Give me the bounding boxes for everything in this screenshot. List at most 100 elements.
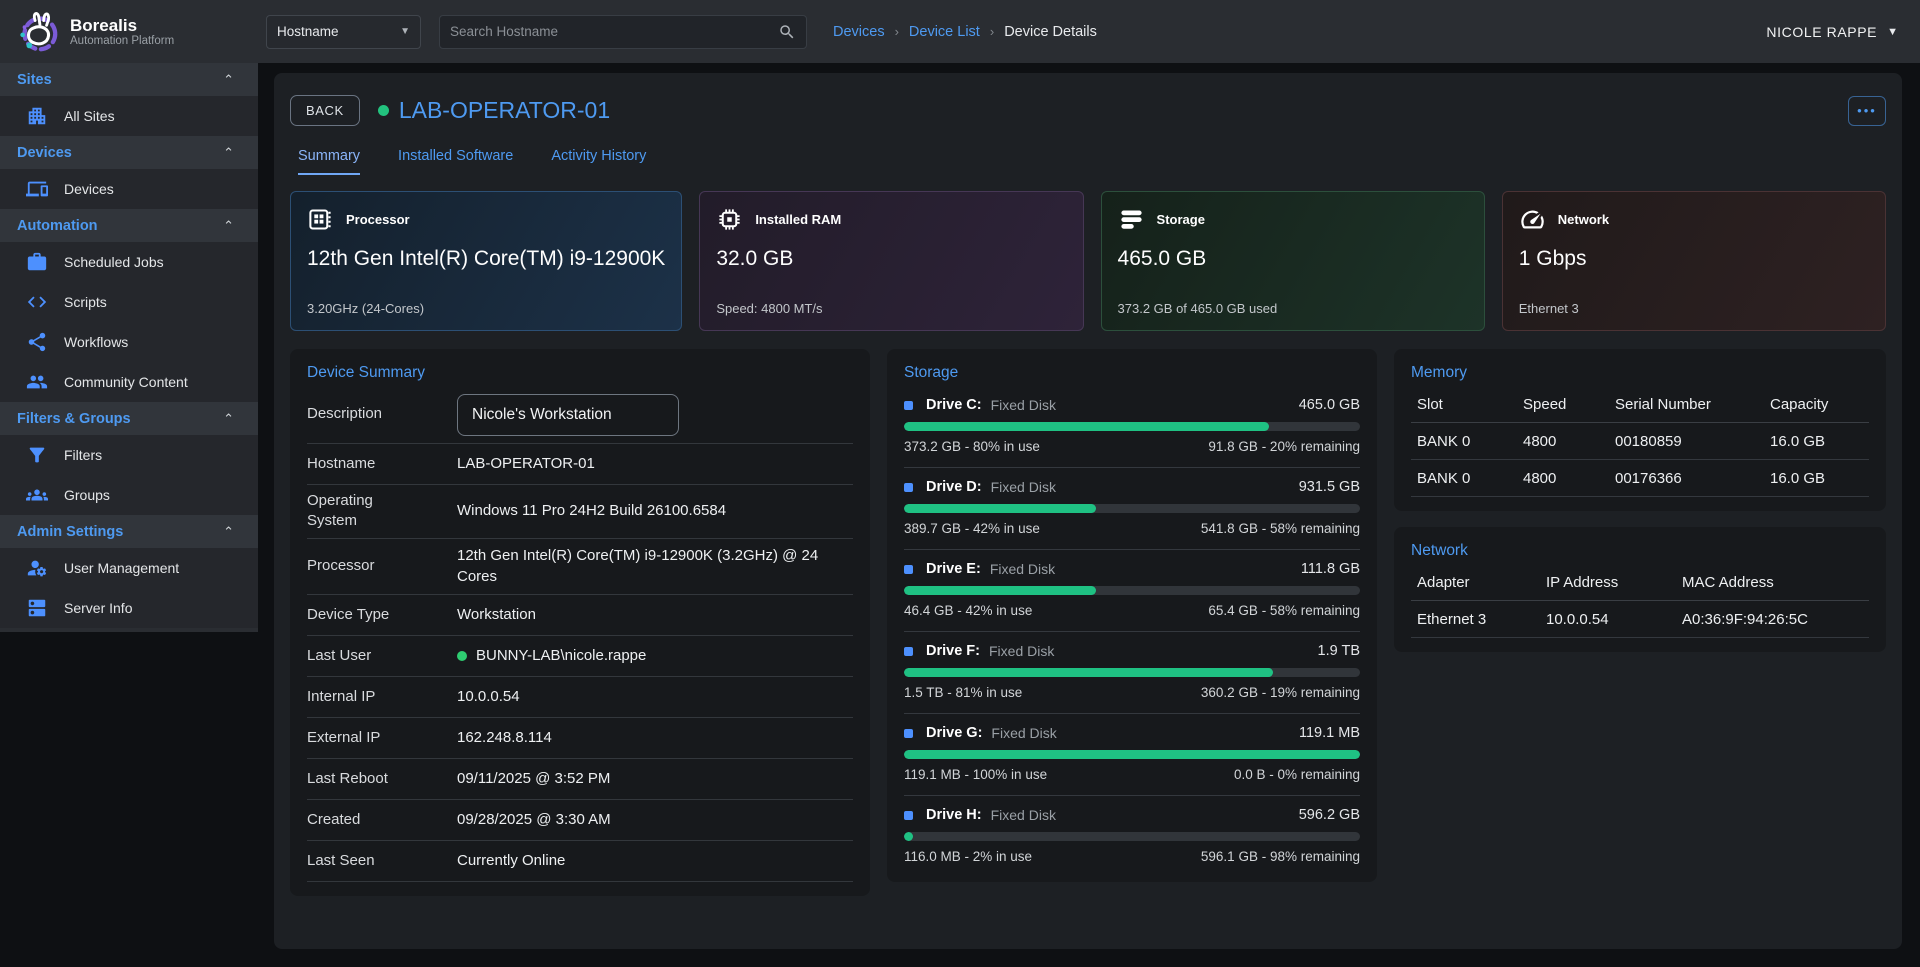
- drive-name: Drive D:: [926, 479, 982, 495]
- card-label: Processor: [346, 212, 410, 227]
- user-name: NICOLE RAPPE: [1766, 24, 1877, 40]
- sidebar-item-community-content[interactable]: Community Content: [0, 362, 258, 402]
- col-header-speed: Speed: [1517, 392, 1609, 417]
- row-label: Operating System: [307, 491, 419, 532]
- search-icon[interactable]: [778, 23, 796, 41]
- sidebar-section-filters-groups[interactable]: Filters & Groups ⌃: [0, 402, 258, 435]
- card-caption: Ethernet 3: [1519, 301, 1869, 316]
- stat-cards: Processor 12th Gen Intel(R) Core(TM) i9-…: [290, 191, 1886, 331]
- row-label: Processor: [307, 556, 419, 576]
- device-online-dot: [378, 105, 389, 116]
- section-label: Automation: [17, 218, 98, 234]
- stat-card-processor: Processor 12th Gen Intel(R) Core(TM) i9-…: [290, 191, 682, 331]
- row-label: Last Seen: [307, 851, 419, 871]
- row-label: Internal IP: [307, 687, 419, 707]
- drive-remaining: 91.8 GB - 20% remaining: [1208, 439, 1360, 454]
- drive-bullet-icon: [904, 647, 913, 656]
- sidebar-item-devices[interactable]: Devices: [0, 169, 258, 209]
- row-value: Workstation: [457, 604, 536, 626]
- memory-title: Memory: [1411, 364, 1869, 382]
- drive-size: 111.8 GB: [1301, 561, 1360, 577]
- sidebar-item-scripts[interactable]: Scripts: [0, 282, 258, 322]
- drive-size: 1.9 TB: [1318, 643, 1360, 659]
- sidebar-item-user-management[interactable]: User Management: [0, 548, 258, 588]
- more-actions-button[interactable]: •••: [1848, 96, 1886, 126]
- drive-size: 931.5 GB: [1299, 479, 1360, 495]
- code-icon: [26, 291, 48, 313]
- tab-summary[interactable]: Summary: [298, 148, 360, 175]
- drive-name: Drive C:: [926, 397, 982, 413]
- col-header-capacity: Capacity: [1764, 392, 1869, 417]
- tab-activity-history[interactable]: Activity History: [551, 148, 646, 175]
- drive-remaining: 0.0 B - 0% remaining: [1234, 767, 1360, 782]
- memory-speed: 4800: [1517, 466, 1609, 491]
- breadcrumb-device-list[interactable]: Device List: [909, 24, 980, 40]
- device-summary-panel: Device Summary Description Hostname LAB-…: [290, 349, 870, 896]
- memory-slot: BANK 0: [1411, 466, 1517, 491]
- drive-bullet-icon: [904, 401, 913, 410]
- sidebar-item-all-sites[interactable]: All Sites: [0, 96, 258, 136]
- user-menu[interactable]: NICOLE RAPPE ▼: [1766, 24, 1898, 40]
- summary-row-operating-system: Operating System Windows 11 Pro 24H2 Bui…: [307, 485, 853, 539]
- network-title: Network: [1411, 542, 1869, 560]
- sidebar-section-sites[interactable]: Sites ⌃: [0, 63, 258, 96]
- share-nodes-icon: [26, 331, 48, 353]
- sidebar-item-server-info[interactable]: Server Info: [0, 588, 258, 628]
- sidebar-item-workflows[interactable]: Workflows: [0, 322, 258, 362]
- section-label: Devices: [17, 145, 72, 161]
- memory-slot: BANK 0: [1411, 429, 1517, 454]
- back-button[interactable]: BACK: [290, 95, 360, 126]
- memory-serial: 00180859: [1609, 429, 1764, 454]
- card-caption: 3.20GHz (24-Cores): [307, 301, 665, 316]
- speedometer-icon: [1519, 206, 1546, 233]
- breadcrumb-devices[interactable]: Devices: [833, 24, 885, 40]
- summary-row-last-reboot: Last Reboot 09/11/2025 @ 3:52 PM: [307, 759, 853, 800]
- sidebar-section-devices[interactable]: Devices ⌃: [0, 136, 258, 169]
- tab-installed-software[interactable]: Installed Software: [398, 148, 513, 175]
- sidebar-item-label: Server Info: [64, 600, 132, 616]
- hostname-filter-select[interactable]: Hostname ▼: [266, 15, 421, 49]
- sidebar-item-label: Scheduled Jobs: [64, 254, 164, 270]
- search-box[interactable]: [439, 15, 807, 49]
- sidebar-item-groups[interactable]: Groups: [0, 475, 258, 515]
- section-label: Sites: [17, 72, 52, 88]
- drive-used: 116.0 MB - 2% in use: [904, 849, 1032, 864]
- storage-title: Storage: [904, 364, 1360, 382]
- row-value: 09/28/2025 @ 3:30 AM: [457, 809, 611, 831]
- topbar: Borealis Automation Platform Hostname ▼ …: [0, 0, 1920, 63]
- card-value: 12th Gen Intel(R) Core(TM) i9-12900K: [307, 247, 665, 271]
- summary-row-last-user: Last User BUNNY-LAB\nicole.rappe: [307, 636, 853, 677]
- drive-name: Drive F:: [926, 643, 980, 659]
- drive-name: Drive G:: [926, 725, 982, 741]
- memory-panel: Memory Slot Speed Serial Number Capacity…: [1394, 349, 1886, 511]
- row-value: LAB-OPERATOR-01: [457, 453, 595, 475]
- summary-row-internal-ip: Internal IP 10.0.0.54: [307, 677, 853, 718]
- section-label: Admin Settings: [17, 524, 123, 540]
- row-value: 10.0.0.54: [457, 686, 520, 708]
- row-label: Last User: [307, 646, 419, 666]
- summary-row-created: Created 09/28/2025 @ 3:30 AM: [307, 800, 853, 841]
- device-title: LAB-OPERATOR-01: [399, 97, 610, 124]
- sidebar-section-automation[interactable]: Automation ⌃: [0, 209, 258, 242]
- sidebar-item-scheduled-jobs[interactable]: Scheduled Jobs: [0, 242, 258, 282]
- cpu-icon: [307, 206, 334, 233]
- col-header-serial: Serial Number: [1609, 392, 1764, 417]
- sidebar-section-admin-settings[interactable]: Admin Settings ⌃: [0, 515, 258, 548]
- breadcrumb: Devices › Device List › Device Details: [833, 24, 1097, 40]
- drive-type: Fixed Disk: [991, 397, 1056, 413]
- memory-speed: 4800: [1517, 429, 1609, 454]
- user-gear-icon: [26, 557, 48, 579]
- card-label: Network: [1558, 212, 1609, 227]
- search-input[interactable]: [450, 24, 778, 39]
- drive-usage-bar: [904, 422, 1360, 431]
- chevron-up-icon: ⌃: [223, 72, 234, 88]
- groups-icon: [26, 484, 48, 506]
- memory-row: BANK 0 4800 00180859 16.0 GB: [1411, 423, 1869, 460]
- sidebar-item-filters[interactable]: Filters: [0, 435, 258, 475]
- memory-row: BANK 0 4800 00176366 16.0 GB: [1411, 460, 1869, 497]
- breadcrumb-separator-icon: ›: [895, 24, 899, 39]
- description-input[interactable]: [457, 394, 679, 436]
- sidebar-item-label: Scripts: [64, 294, 107, 310]
- breadcrumb-current: Device Details: [1004, 24, 1097, 40]
- devices-icon: [26, 178, 48, 200]
